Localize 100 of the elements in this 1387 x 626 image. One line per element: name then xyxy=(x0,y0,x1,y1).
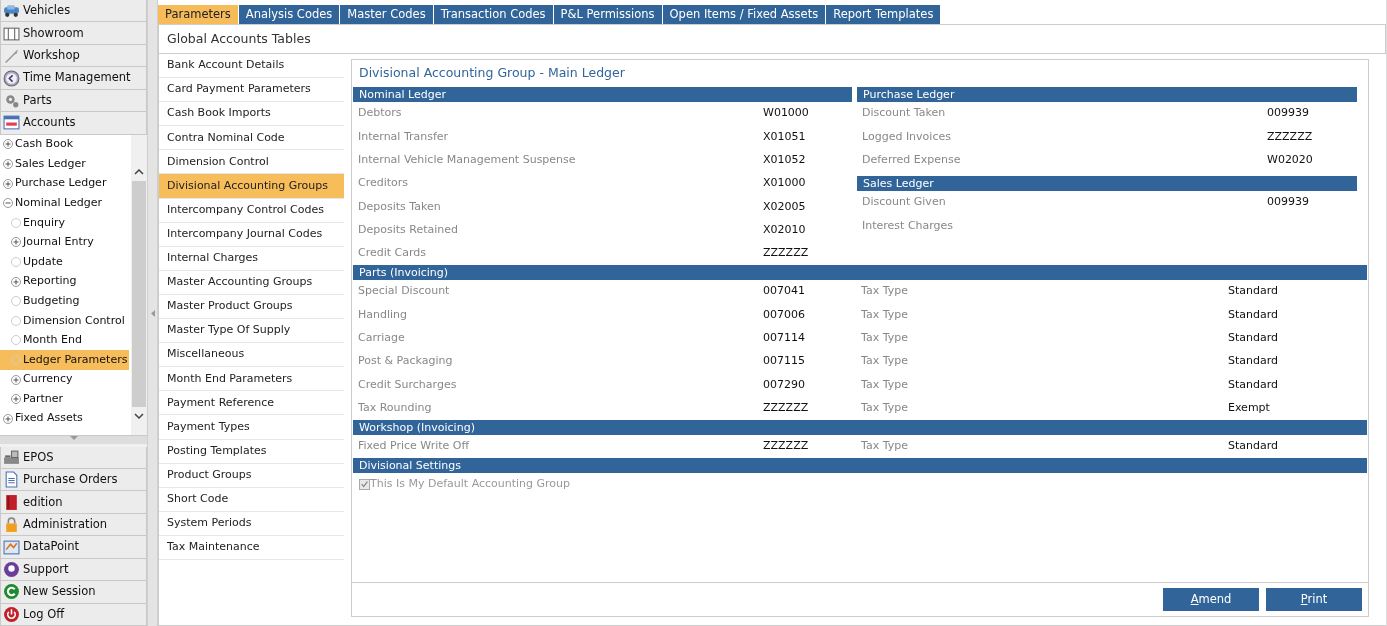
field-value: ZZZZZZ xyxy=(763,245,810,262)
tab[interactable]: Parameters xyxy=(158,5,238,24)
tree-item[interactable]: Currency xyxy=(0,369,131,390)
expand-icon[interactable] xyxy=(3,159,13,169)
field-label: Deposits Retained xyxy=(357,221,460,238)
tree-item[interactable]: Journal Entry xyxy=(0,232,131,253)
list-item[interactable]: Posting Templates xyxy=(159,439,344,464)
tree-item[interactable]: Dimension Control xyxy=(0,310,131,331)
tab[interactable]: Open Items / Fixed Assets xyxy=(662,5,826,24)
collapse-arrow-icon[interactable] xyxy=(150,309,155,317)
tab[interactable]: P&L Permissions xyxy=(553,5,662,24)
expand-arrow-icon[interactable] xyxy=(69,435,78,441)
field-value: Exempt xyxy=(1228,399,1270,416)
field-value: Standard xyxy=(1228,438,1279,455)
list-item[interactable]: Short Code xyxy=(159,487,344,512)
field-label: Internal Vehicle Management Suspense xyxy=(357,152,577,168)
list-item[interactable]: Master Type Of Supply xyxy=(159,319,344,344)
tree-item[interactable]: Nominal Ledger xyxy=(0,193,131,213)
list-item[interactable]: Payment Types xyxy=(159,415,344,440)
tree-item[interactable]: Month End xyxy=(0,330,131,351)
scroll-up-icon[interactable] xyxy=(134,168,144,175)
nav-button[interactable]: Workshop xyxy=(0,44,147,68)
calendar-icon xyxy=(3,114,20,132)
section-header: Parts (Invoicing) xyxy=(353,265,1367,281)
field-value: 009939 xyxy=(1267,105,1310,122)
list-item[interactable]: System Periods xyxy=(159,511,344,536)
field-label: Debtors xyxy=(357,105,403,122)
nav-button[interactable]: Support xyxy=(0,558,147,582)
list-item[interactable]: Tax Maintenance xyxy=(159,535,344,560)
expand-icon[interactable] xyxy=(3,413,13,424)
expand-icon[interactable] xyxy=(11,276,21,287)
tree-item[interactable]: Ledger Parameters xyxy=(0,350,129,370)
tree-item[interactable]: Reporting xyxy=(0,271,131,292)
list-item[interactable]: Contra Nominal Code xyxy=(159,126,344,151)
tree-item[interactable]: Budgeting xyxy=(0,291,131,311)
expand-icon[interactable] xyxy=(3,178,13,189)
nav-button[interactable]: Administration xyxy=(0,513,147,537)
list-item[interactable]: Internal Charges xyxy=(159,246,344,271)
nav-button[interactable]: Vehicles xyxy=(0,0,147,23)
list-item[interactable]: Miscellaneous xyxy=(159,343,344,368)
field-label: Fixed Price Write Off xyxy=(357,438,471,455)
tree-item[interactable]: Sales Ledger xyxy=(0,154,131,174)
field-value: ZZZZZZ xyxy=(1267,128,1314,145)
field-label: Tax Type xyxy=(860,438,909,455)
nav-button[interactable]: edition xyxy=(0,491,147,514)
field-value: 009939 xyxy=(1267,194,1310,211)
tab[interactable]: Analysis Codes xyxy=(238,5,340,24)
nav-button[interactable]: Showroom xyxy=(0,22,147,45)
field-value: 007041 xyxy=(763,283,806,300)
list-item[interactable]: Master Accounting Groups xyxy=(159,270,344,295)
field-label: Credit Surcharges xyxy=(357,376,458,393)
field-label: Interest Charges xyxy=(861,217,955,234)
field-value: X01000 xyxy=(763,175,807,192)
list-item[interactable]: Month End Parameters xyxy=(159,367,344,392)
tab[interactable]: Report Templates xyxy=(826,5,941,24)
scrollbar-thumb[interactable] xyxy=(132,180,146,407)
expand-icon[interactable] xyxy=(11,374,21,385)
list-item[interactable]: Intercompany Control Codes xyxy=(159,198,344,223)
refresh-icon xyxy=(3,583,20,601)
nav-button[interactable]: New Session xyxy=(0,581,147,604)
scroll-down-icon[interactable] xyxy=(134,412,144,419)
list-item[interactable]: Product Groups xyxy=(159,463,344,488)
tab[interactable]: Master Codes xyxy=(340,5,433,24)
tree-item[interactable]: Partner xyxy=(0,389,131,409)
tree-item[interactable]: Purchase Ledger xyxy=(0,173,131,194)
tree-item[interactable]: Fixed Assets xyxy=(0,408,131,429)
list-item[interactable]: Divisional Accounting Groups xyxy=(159,174,344,199)
nav-button[interactable]: Accounts xyxy=(0,112,147,135)
nav-button[interactable]: Parts xyxy=(0,89,147,113)
list-item[interactable]: Cash Book Imports xyxy=(159,102,344,127)
field-value: X01052 xyxy=(763,152,807,168)
field-value: W01000 xyxy=(763,105,810,122)
action-button[interactable]: Amend xyxy=(1163,588,1259,611)
expand-icon[interactable] xyxy=(11,237,21,248)
field-label: Tax Type xyxy=(860,353,909,370)
nav-button[interactable]: Log Off xyxy=(0,603,147,626)
nav-button[interactable]: EPOS xyxy=(0,446,147,469)
tree-item[interactable]: Enquiry xyxy=(0,213,131,233)
list-item[interactable]: Bank Account Details xyxy=(159,54,344,79)
field-label: Creditors xyxy=(357,175,410,192)
field-value: Standard xyxy=(1228,376,1279,393)
field-value: X02005 xyxy=(763,198,807,215)
book-icon xyxy=(3,493,20,511)
action-button[interactable]: Print xyxy=(1266,588,1362,611)
field-value: Standard xyxy=(1228,306,1279,323)
document-icon xyxy=(3,471,20,489)
nav-button[interactable]: Purchase Orders xyxy=(0,469,147,492)
tab[interactable]: Transaction Codes xyxy=(433,5,553,24)
tree-item[interactable]: Cash Book xyxy=(0,134,131,155)
nav-button[interactable]: DataPoint xyxy=(0,536,147,559)
nav-button[interactable]: Time Management xyxy=(0,67,147,90)
field-label: Deferred Expense xyxy=(861,152,962,168)
list-item[interactable]: Payment Reference xyxy=(159,391,344,416)
expand-icon[interactable] xyxy=(11,394,21,405)
list-item[interactable]: Intercompany Journal Codes xyxy=(159,222,344,247)
list-item[interactable]: Card Payment Parameters xyxy=(159,78,344,103)
tree-item[interactable]: Update xyxy=(0,252,131,272)
expand-icon[interactable] xyxy=(3,139,13,150)
collapse-icon[interactable] xyxy=(3,198,13,209)
list-item[interactable]: Master Product Groups xyxy=(159,294,344,320)
